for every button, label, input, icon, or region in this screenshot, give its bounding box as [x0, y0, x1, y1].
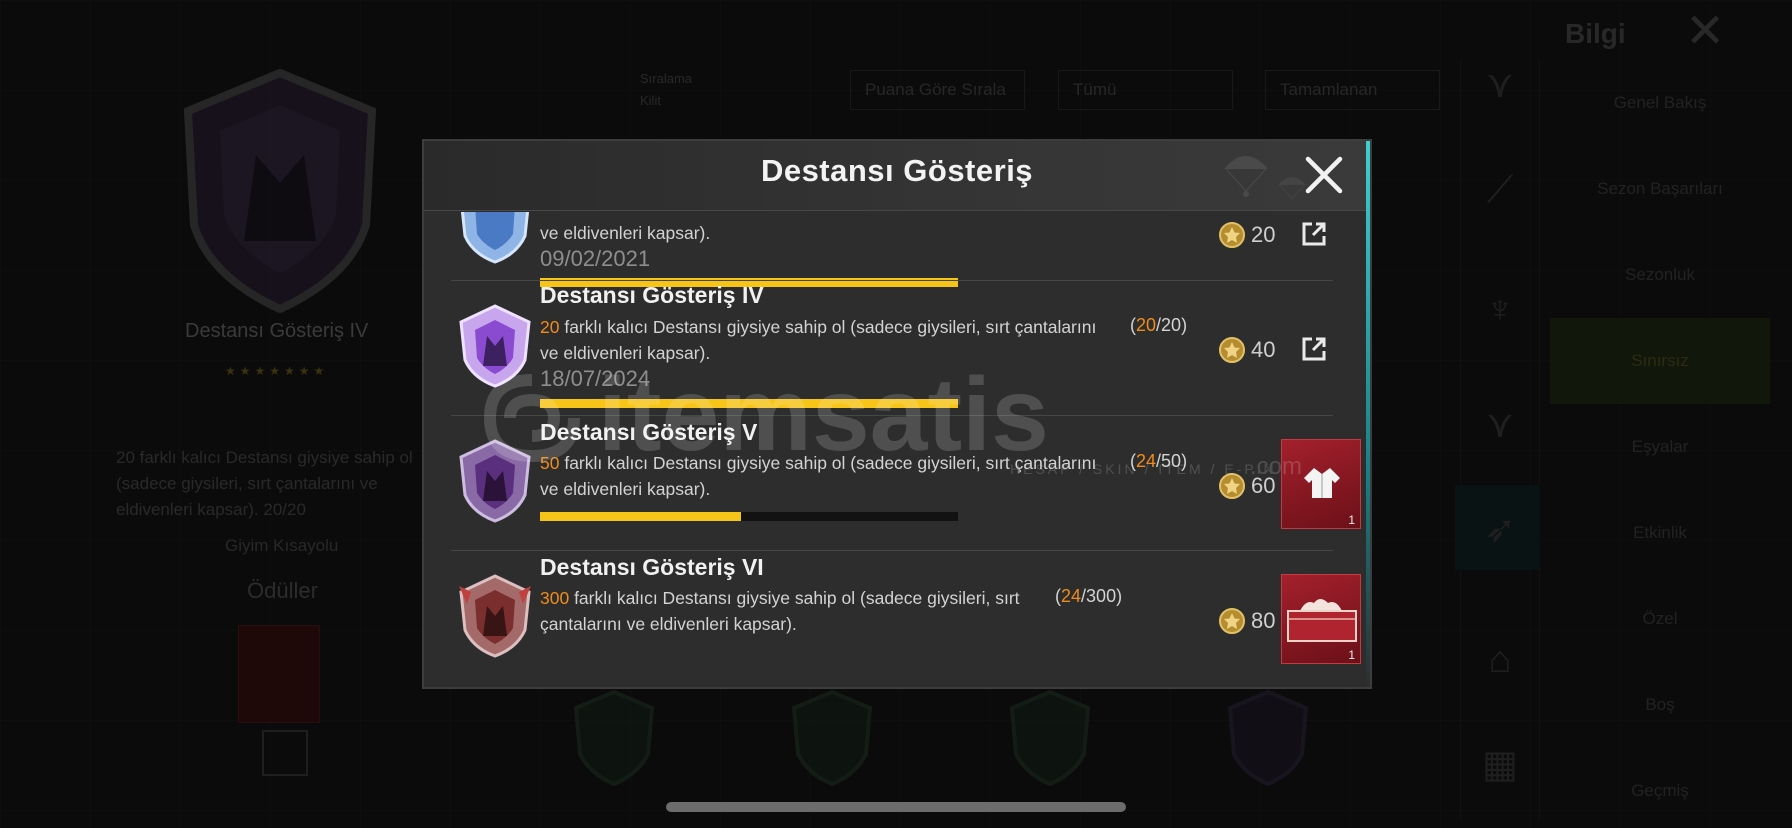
- achievement-points: 60: [1251, 473, 1276, 498]
- achievement-row: Destansı Gösteriş IV 20 farklı kalıcı De…: [451, 282, 1333, 414]
- achievement-description: 50 farklı kalıcı Destansı giysiye sahip …: [540, 450, 1100, 502]
- home-indicator[interactable]: [666, 802, 1126, 812]
- modal-accent-edge: [1366, 141, 1370, 687]
- modal-header: Destansı Gösteriş: [424, 141, 1370, 211]
- completion-date: 18/07/2024: [540, 366, 651, 391]
- progress-count: (24/300): [1055, 586, 1123, 606]
- achievement-description: ve eldivenleri kapsar).: [540, 220, 1100, 246]
- achievement-points: 80: [1251, 608, 1276, 633]
- description-text: farklı kalıcı Destansı giysiye sahip ol …: [540, 317, 1097, 363]
- progress-count: (24/50): [1130, 451, 1188, 471]
- share-icon[interactable]: [1300, 220, 1328, 248]
- achievement-title: Destansı Gösteriş VI: [540, 554, 764, 580]
- required-count: 50: [540, 453, 560, 473]
- purple-badge-icon: [459, 304, 531, 388]
- progress-bar-fill: [540, 512, 741, 521]
- row-divider: [451, 280, 1333, 281]
- medal-icon: [1219, 222, 1245, 248]
- close-icon[interactable]: [1300, 151, 1348, 199]
- reward-quantity: 1: [1348, 513, 1355, 527]
- completion-date: 09/02/2021: [540, 246, 651, 271]
- medal-icon: [1219, 608, 1245, 634]
- row-divider: [451, 415, 1333, 416]
- outfit-reward-item[interactable]: 1: [1281, 439, 1361, 529]
- row-divider: [451, 550, 1333, 551]
- achievement-row: Destansı Gösteriş V 50 farklı kalıcı Des…: [451, 417, 1361, 549]
- description-text: farklı kalıcı Destansı giysiye sahip ol …: [540, 588, 1020, 634]
- blue-badge-icon: [460, 212, 530, 264]
- required-count: 300: [540, 588, 570, 608]
- share-icon[interactable]: [1300, 335, 1328, 363]
- dark-purple-badge-icon: [459, 439, 531, 523]
- achievement-title: Destansı Gösteriş IV: [540, 282, 764, 308]
- medal-icon: [1219, 337, 1245, 363]
- progress-bar-fill: [540, 399, 958, 408]
- achievement-description: 20 farklı kalıcı Destansı giysiye sahip …: [540, 314, 1100, 366]
- description-text: ve eldivenleri kapsar).: [540, 223, 711, 243]
- crate-icon: [1287, 599, 1357, 642]
- achievement-list[interactable]: ve eldivenleri kapsar). 09/02/2021 20 De…: [424, 212, 1370, 687]
- jacket-icon: [1304, 468, 1340, 498]
- modal-title: Destansı Gösteriş: [760, 153, 1034, 188]
- achievement-points: 40: [1251, 337, 1276, 362]
- progress-bar: [540, 399, 958, 408]
- achievement-row: Destansı Gösteriş VI 300 farklı kalıcı D…: [451, 552, 1361, 687]
- description-text: farklı kalıcı Destansı giysiye sahip ol …: [540, 453, 1097, 499]
- reward-quantity: 1: [1348, 648, 1355, 662]
- progress-bar: [540, 512, 958, 521]
- achievement-description: 300 farklı kalıcı Destansı giysiye sahip…: [540, 585, 1020, 637]
- achievement-row: ve eldivenleri kapsar). 09/02/2021 20: [451, 212, 1333, 288]
- crate-reward-item[interactable]: 1: [1281, 574, 1361, 664]
- progress-count: (20/20): [1130, 315, 1188, 335]
- achievement-points: 20: [1251, 222, 1276, 247]
- achievement-title: Destansı Gösteriş V: [540, 419, 758, 445]
- red-badge-icon: [459, 574, 531, 658]
- required-count: 20: [540, 317, 560, 337]
- medal-icon: [1219, 473, 1245, 499]
- achievement-modal: Destansı Gösteriş ve eldivenleri kapsar)…: [422, 139, 1372, 689]
